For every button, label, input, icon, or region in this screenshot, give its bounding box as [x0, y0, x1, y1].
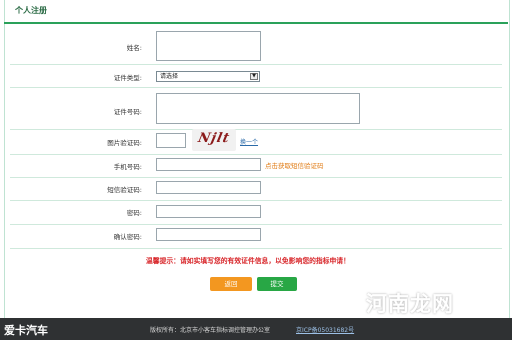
confirm-password-input[interactable]	[156, 228, 261, 241]
sms-label: 短信验证码:	[107, 186, 142, 194]
id-number-row: 证件号码:	[10, 88, 502, 130]
id-type-label: 证件类型:	[113, 74, 142, 82]
captcha-label: 图片验证码:	[107, 139, 142, 147]
name-label: 姓名:	[126, 44, 142, 52]
id-number-input[interactable]	[156, 93, 360, 124]
confirm-row: 确认密码:	[10, 225, 502, 249]
captcha-image: Njlt	[192, 129, 236, 151]
phone-input[interactable]	[156, 158, 261, 171]
watermark-text: 河南龙网	[366, 292, 454, 316]
password-input[interactable]	[156, 205, 261, 218]
confirm-label: 确认密码:	[113, 233, 142, 241]
id-type-row: 证件类型: 请选择 ▼	[10, 65, 502, 88]
footer-icp-link[interactable]: 京ICP备05031682号	[296, 325, 354, 334]
footer-copyright: 版权所有：北京市小客车指标调控管理办公室	[150, 327, 271, 334]
back-button[interactable]: 返回	[210, 277, 252, 291]
footer-logo: 爱卡汽车	[4, 324, 48, 337]
password-label: 密码:	[126, 209, 142, 217]
captcha-row: 图片验证码: 换一个	[10, 130, 502, 155]
sms-row: 短信验证码:	[10, 178, 502, 201]
phone-label: 手机号码:	[113, 163, 142, 171]
footer: 爱卡汽车 版权所有：北京市小客车指标调控管理办公室 京ICP备05031682号	[0, 318, 512, 340]
chevron-down-icon: ▼	[250, 73, 258, 80]
name-row: 姓名:	[10, 24, 502, 65]
captcha-input[interactable]	[156, 133, 186, 148]
watermark: 河南龙网	[366, 288, 506, 320]
refresh-captcha-link[interactable]: 换一个	[240, 137, 258, 146]
sms-input[interactable]	[156, 181, 261, 194]
password-row: 密码:	[10, 201, 502, 225]
id-type-select[interactable]: 请选择 ▼	[156, 71, 260, 82]
id-type-selected: 请选择	[160, 73, 179, 80]
phone-row: 手机号码: 点击获取短信验证码	[10, 155, 502, 178]
page-title: 个人注册	[15, 6, 47, 15]
submit-button[interactable]: 提交	[257, 277, 297, 291]
get-sms-code-link[interactable]: 点击获取短信验证码	[265, 160, 324, 170]
id-number-label: 证件号码:	[113, 108, 142, 116]
page-header: 个人注册	[4, 0, 508, 24]
name-input[interactable]	[156, 31, 261, 61]
captcha-text: Njlt	[196, 131, 232, 146]
warning-text: 温馨提示：请如实填写您的有效证件信息，以免影响您的指标申请！	[146, 257, 350, 265]
